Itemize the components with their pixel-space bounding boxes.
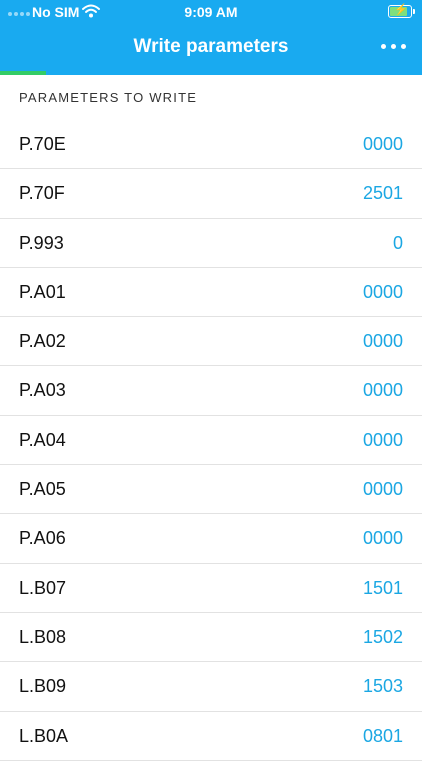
more-dots-icon[interactable] <box>381 44 406 49</box>
section-header: PARAMETERS TO WRITE <box>19 90 198 105</box>
parameter-row[interactable]: L.B08 1502 <box>0 613 422 663</box>
parameter-value: 1501 <box>362 577 403 598</box>
parameter-value: 0801 <box>362 725 403 746</box>
parameter-row[interactable]: L.B09 1503 <box>0 662 422 712</box>
parameter-value: 0000 <box>362 380 403 401</box>
parameter-row[interactable]: P.A02 0000 <box>0 317 422 367</box>
parameter-value: 0 <box>392 232 403 253</box>
parameter-name: P.A06 <box>19 528 66 549</box>
parameter-row[interactable]: P.70F 2501 <box>0 169 422 219</box>
parameter-value: 1503 <box>362 676 403 697</box>
parameter-name: P.A05 <box>19 479 66 500</box>
parameter-row[interactable]: L.B07 1501 <box>0 564 422 613</box>
parameter-name: P.A04 <box>19 429 66 450</box>
parameter-name: L.B09 <box>19 676 67 697</box>
nav-bar: No SIM 9:09 AM ⚡ Write parameters <box>0 0 422 75</box>
progress-bar <box>0 71 422 75</box>
status-time: 9:09 AM <box>184 4 238 20</box>
parameter-name: L.B07 <box>19 577 67 598</box>
parameter-row[interactable]: L.B0A 0801 <box>0 712 422 761</box>
parameter-name: P.70E <box>19 134 66 154</box>
parameter-name: P.993 <box>19 232 64 253</box>
parameter-row[interactable]: P.70E 0000 <box>0 120 422 170</box>
parameter-name: P.A01 <box>19 281 66 302</box>
parameter-row[interactable]: P.A03 0000 <box>0 366 422 416</box>
parameter-value: 0000 <box>362 479 403 500</box>
parameter-name: P.70F <box>19 183 65 204</box>
parameter-row[interactable]: P.A01 0000 <box>0 268 422 318</box>
status-bar: No SIM 9:09 AM ⚡ <box>0 0 422 24</box>
battery-charging-icon: ⚡ <box>388 4 415 18</box>
parameter-value: 0000 <box>362 134 403 154</box>
parameter-name: L.B08 <box>19 626 67 647</box>
parameter-value: 1502 <box>362 626 403 647</box>
parameter-name: L.B0A <box>19 725 69 746</box>
parameter-value: 0000 <box>362 281 403 302</box>
parameter-row[interactable]: P.A05 0000 <box>0 465 422 515</box>
page-title: Write parameters <box>133 36 289 57</box>
parameter-name: P.A03 <box>19 380 66 401</box>
progress-fill <box>0 71 47 75</box>
parameter-value: 2501 <box>362 183 403 204</box>
parameter-value: 0000 <box>362 331 403 352</box>
parameter-row[interactable]: P.993 0 <box>0 219 422 268</box>
parameter-name: P.A02 <box>19 331 66 352</box>
parameter-value: 0000 <box>362 528 403 549</box>
parameter-list: P.70E 0000 P.70F 2501 P.993 0 P.A01 0000 P.A02 00… <box>0 120 422 761</box>
parameter-value: 0000 <box>362 429 403 450</box>
parameter-row[interactable]: P.A06 0000 <box>0 514 422 564</box>
parameter-row[interactable]: P.A04 0000 <box>0 416 422 466</box>
